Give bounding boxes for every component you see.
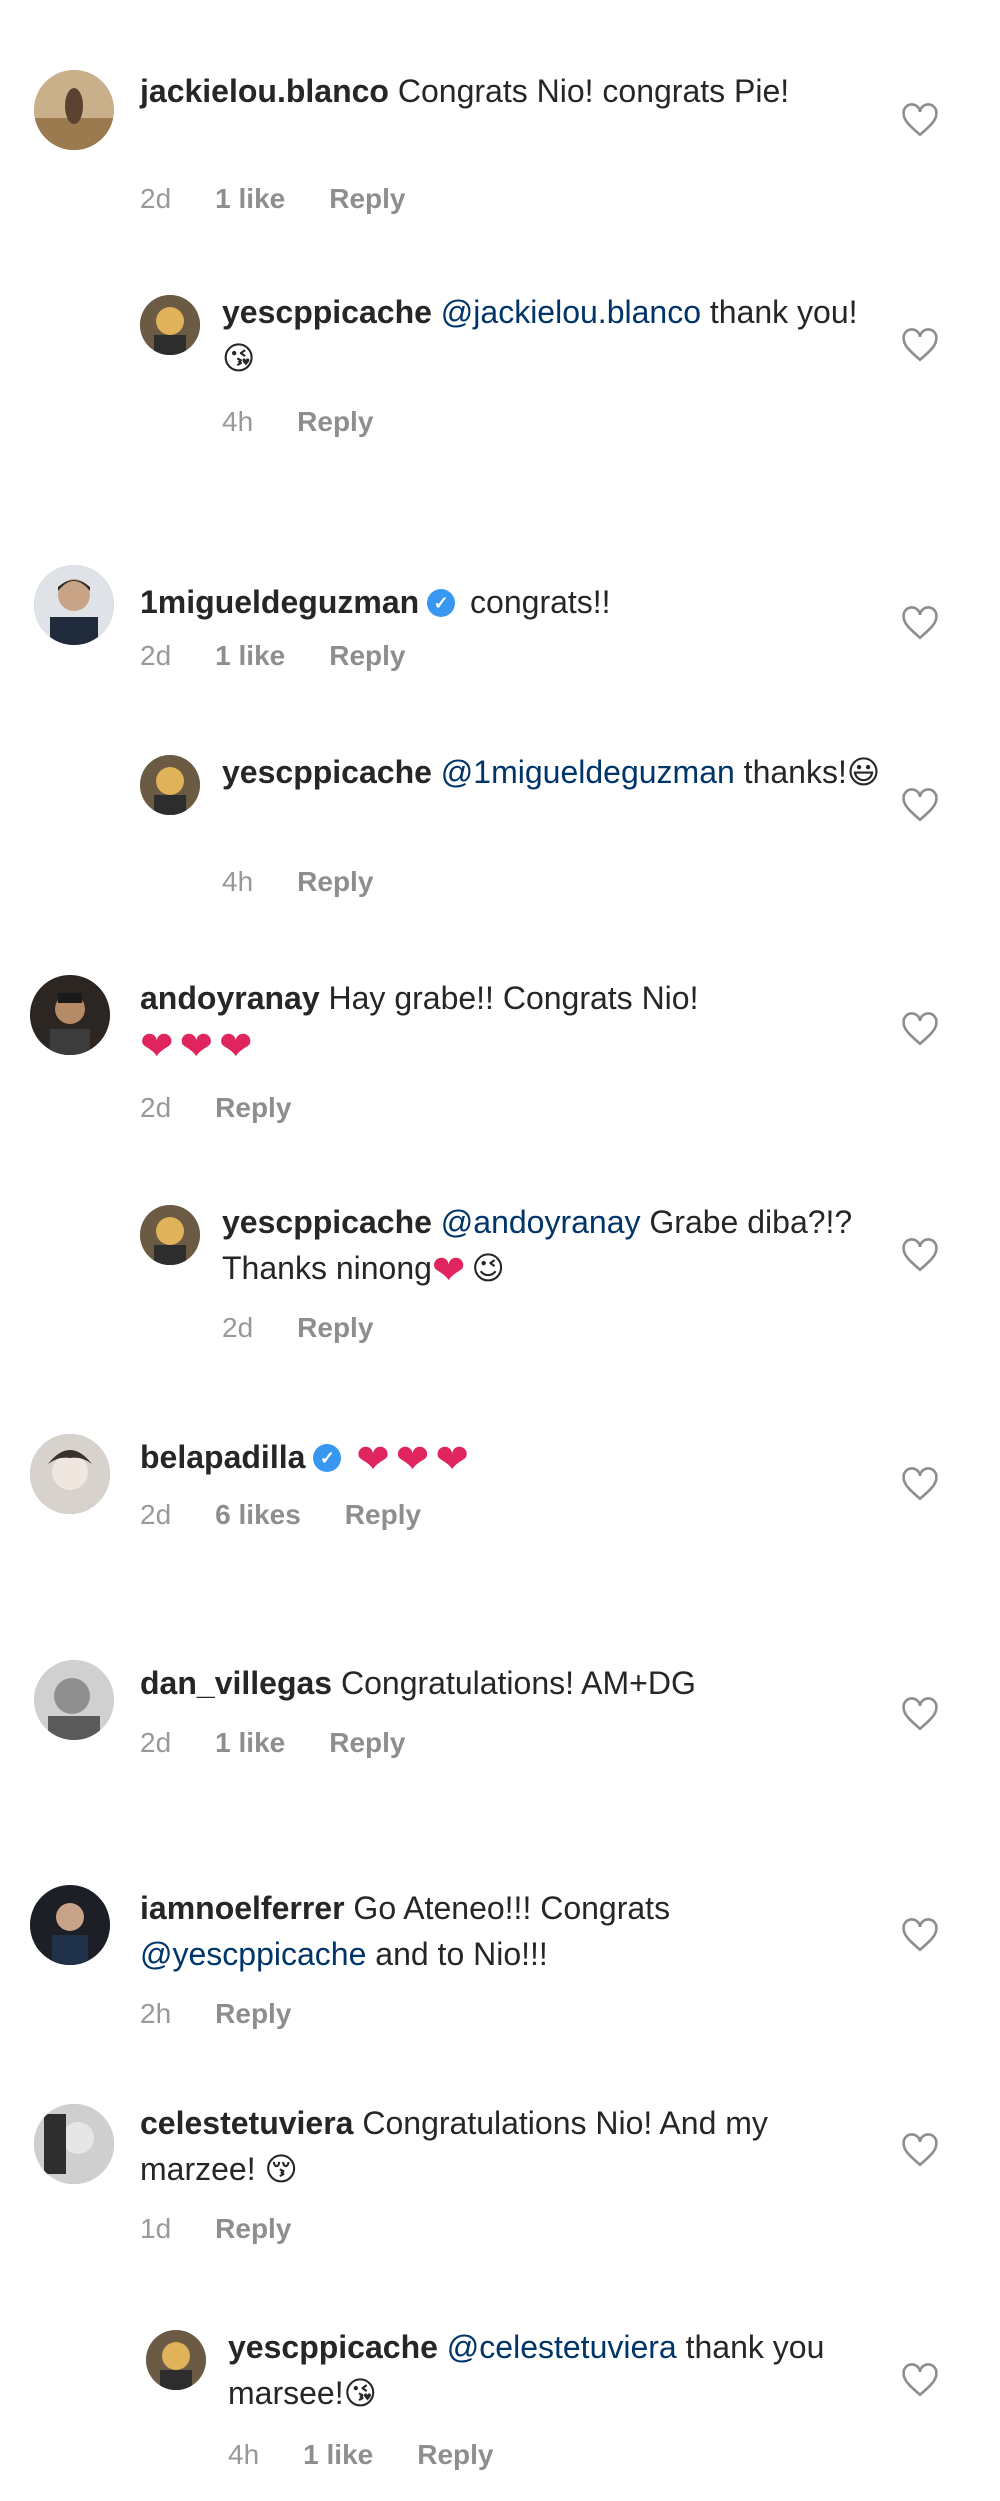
comment-meta: 2d Reply (222, 1311, 417, 1345)
reply-button[interactable]: Reply (329, 1727, 405, 1758)
like-heart-icon[interactable] (900, 2362, 940, 2398)
like-heart-icon[interactable] (900, 102, 940, 138)
reply-button[interactable]: Reply (417, 2439, 493, 2470)
comment-username[interactable]: 1migueldeguzman (140, 584, 419, 620)
comment-time: 2h (140, 1998, 172, 2029)
comment-username[interactable]: jackielou.blanco (140, 73, 389, 109)
comment-username[interactable]: celestetuviera (140, 2105, 353, 2141)
comment-time: 2d (222, 1312, 254, 1343)
comment-text: dan_villegas Congratulations! AM+DG (140, 1665, 696, 1701)
comment-meta: 2d 6 likes Reply (140, 1498, 465, 1532)
comment-text: andoyranay Hay grabe!! Congrats Nio! ❤❤❤ (140, 980, 699, 1069)
comment-text: 1migueldeguzman ✓ congrats!! (140, 584, 611, 620)
avatar[interactable] (146, 2330, 206, 2390)
comment-meta: 4h Reply (222, 865, 417, 899)
comment-username[interactable]: iamnoelferrer (140, 1890, 345, 1926)
comment-meta: 2d 1 like Reply (140, 639, 449, 673)
reply-button[interactable]: Reply (215, 2213, 291, 2244)
comment-text: yescppicache @jackielou.blanco thank you… (222, 289, 882, 381)
reply-button[interactable]: Reply (297, 406, 373, 437)
comment-username[interactable]: yescppicache (222, 754, 432, 790)
comment-time: 4h (222, 406, 254, 437)
like-heart-icon[interactable] (900, 2132, 940, 2168)
avatar[interactable] (140, 295, 200, 355)
comment-meta: 4h 1 like Reply (228, 2438, 537, 2472)
red-heart-emoji-icon: ❤❤❤ (356, 1437, 475, 1482)
avatar[interactable] (30, 975, 110, 1055)
reply-button[interactable]: Reply (297, 1312, 373, 1343)
comment-meta: 2d 1 like Reply (140, 182, 449, 216)
verified-badge-icon: ✓ (313, 1443, 342, 1472)
comment-likes[interactable]: 1 like (215, 183, 285, 214)
reply-button[interactable]: Reply (345, 1499, 421, 1530)
mention-link[interactable]: @celestetuviera (447, 2329, 677, 2365)
comment-time: 4h (222, 866, 254, 897)
smile-emoji-icon: 😃 (846, 753, 881, 791)
red-heart-emoji-icon: ❤❤❤ (140, 1024, 259, 1069)
comment-username[interactable]: andoyranay (140, 980, 320, 1016)
comment-text: celestetuviera Congratulations Nio! And … (140, 2100, 860, 2192)
comment-text: jackielou.blanco Congrats Nio! congrats … (140, 73, 790, 109)
avatar[interactable] (140, 755, 200, 815)
comment-time: 2d (140, 1092, 172, 1123)
reply-button[interactable]: Reply (297, 866, 373, 897)
comment-text: yescppicache @1migueldeguzman thanks!😃 (222, 749, 882, 795)
comment-time: 2d (140, 183, 172, 214)
comment-meta: 2d 1 like Reply (140, 1726, 449, 1760)
kiss-emoji-icon: 😘 (222, 339, 256, 377)
comment-time: 2d (140, 1727, 172, 1758)
reply-button[interactable]: Reply (215, 1998, 291, 2029)
mention-link[interactable]: @jackielou.blanco (441, 294, 701, 330)
comment-meta: 2d Reply (140, 1091, 335, 1125)
kissing-emoji-icon: 😚 (264, 2150, 298, 2188)
comment-username[interactable]: yescppicache (228, 2329, 438, 2365)
like-heart-icon[interactable] (900, 1011, 940, 1047)
comment-text: yescppicache @celestetuviera thank you m… (228, 2324, 888, 2416)
like-heart-icon[interactable] (900, 1237, 940, 1273)
avatar[interactable] (34, 2104, 114, 2184)
comment-likes[interactable]: 6 likes (215, 1499, 301, 1530)
like-heart-icon[interactable] (900, 787, 940, 823)
comment-time: 2d (140, 640, 172, 671)
avatar[interactable] (34, 1660, 114, 1740)
comment-likes[interactable]: 1 like (215, 1727, 285, 1758)
like-heart-icon[interactable] (900, 327, 940, 363)
wink-emoji-icon: 😉 (471, 1249, 505, 1287)
like-heart-icon[interactable] (900, 1466, 940, 1502)
mention-link[interactable]: @andoyranay (441, 1204, 641, 1240)
comment-username[interactable]: dan_villegas (140, 1665, 332, 1701)
reply-button[interactable]: Reply (329, 640, 405, 671)
reply-button[interactable]: Reply (329, 183, 405, 214)
red-heart-emoji-icon: ❤ (431, 1248, 472, 1293)
mention-link[interactable]: @1migueldeguzman (441, 754, 735, 790)
comment-time: 2d (140, 1499, 172, 1530)
comment-likes[interactable]: 1 like (215, 640, 285, 671)
comment-text: belapadilla ✓ ❤❤❤ (140, 1434, 860, 1483)
avatar[interactable] (34, 70, 114, 150)
verified-badge-icon: ✓ (427, 588, 456, 617)
comment-text: yescppicache @andoyranay Grabe diba?!? T… (222, 1204, 853, 1293)
comment-time: 4h (228, 2439, 260, 2470)
like-heart-icon[interactable] (900, 1917, 940, 1953)
comment-meta: 1d Reply (140, 2212, 335, 2246)
avatar[interactable] (30, 1885, 110, 1965)
avatar[interactable] (34, 565, 114, 645)
like-heart-icon[interactable] (900, 605, 940, 641)
comment-username[interactable]: yescppicache (222, 294, 432, 330)
avatar[interactable] (30, 1434, 110, 1514)
comment-meta: 4h Reply (222, 405, 417, 439)
comment-username[interactable]: belapadilla (140, 1439, 305, 1475)
comment-username[interactable]: yescppicache (222, 1204, 432, 1240)
avatar[interactable] (140, 1205, 200, 1265)
like-heart-icon[interactable] (900, 1696, 940, 1732)
comment-text: iamnoelferrer Go Ateneo!!! Congrats @yes… (140, 1890, 671, 1972)
kiss-emoji-icon: 😘 (343, 2374, 377, 2412)
reply-button[interactable]: Reply (215, 1092, 291, 1123)
mention-link[interactable]: @yescppicache (140, 1936, 366, 1972)
comment-likes[interactable]: 1 like (303, 2439, 373, 2470)
comment-meta: 2h Reply (140, 1997, 335, 2031)
comment-time: 1d (140, 2213, 172, 2244)
